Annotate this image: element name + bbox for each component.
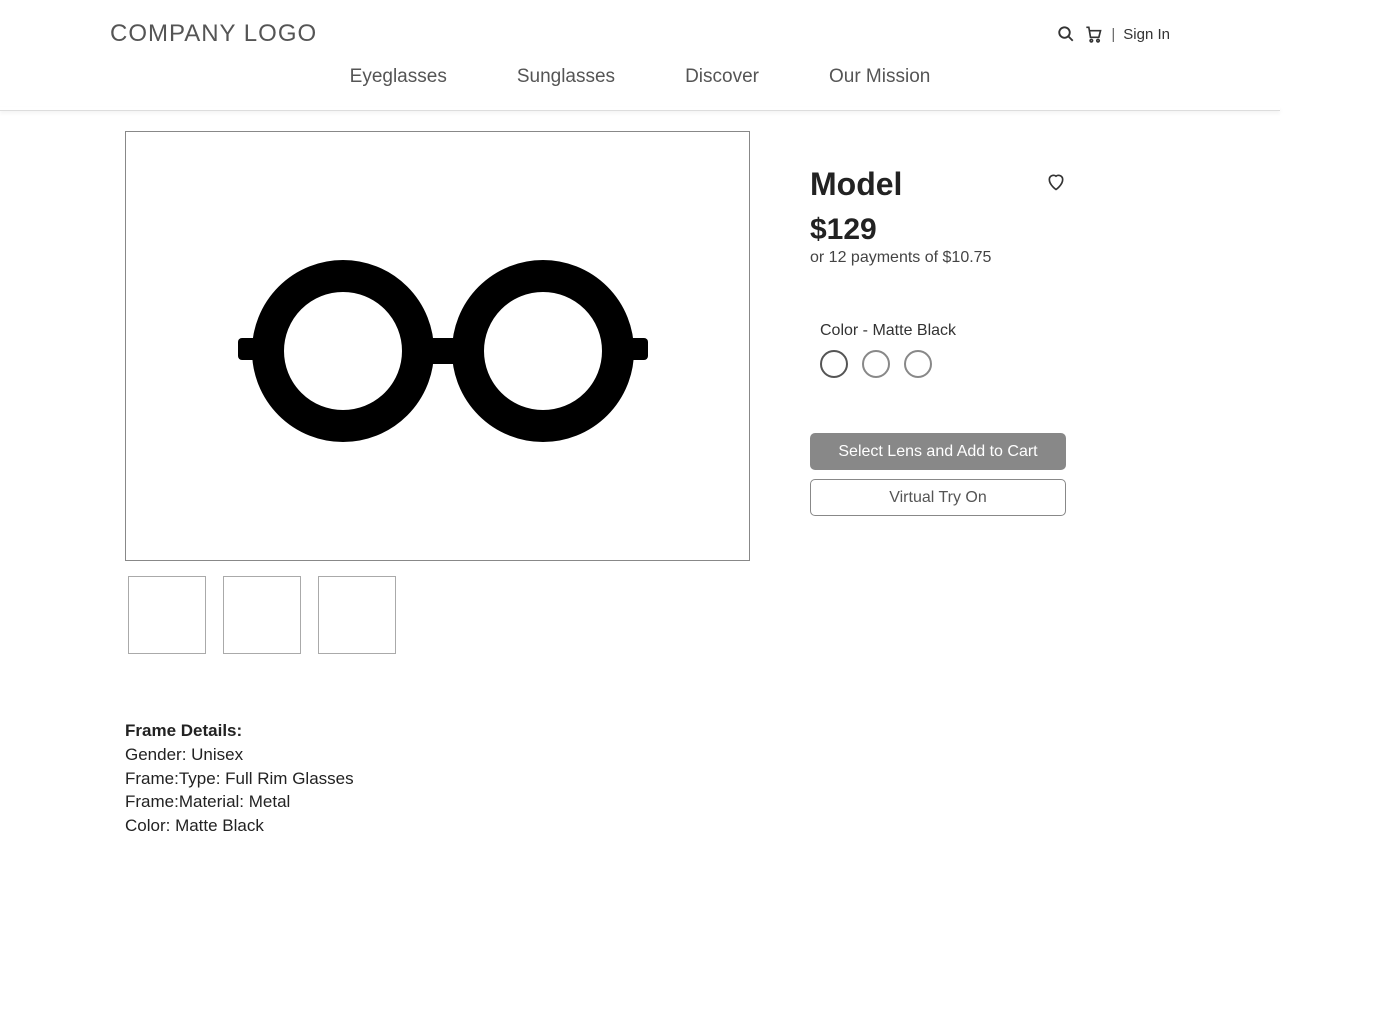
product-title: Model — [810, 166, 902, 203]
detail-frame-type: Frame:Type: Full Rim Glasses — [125, 767, 750, 791]
detail-color: Color: Matte Black — [125, 814, 750, 838]
color-swatch-1[interactable] — [820, 350, 848, 378]
thumbnail-3[interactable] — [318, 576, 396, 654]
color-swatch-2[interactable] — [862, 350, 890, 378]
color-label: Color - Matte Black — [820, 322, 1066, 340]
thumbnail-2[interactable] — [223, 576, 301, 654]
company-logo[interactable]: COMPANY LOGO — [110, 20, 317, 48]
header-top: COMPANY LOGO | Sign In — [0, 0, 1280, 48]
product-thumbnails — [128, 576, 750, 654]
header-actions: | Sign In — [1057, 24, 1170, 44]
cart-icon[interactable] — [1083, 24, 1103, 44]
nav-sunglasses[interactable]: Sunglasses — [517, 66, 615, 88]
product-main-image[interactable] — [125, 131, 750, 561]
product-price: $129 — [810, 213, 1066, 247]
main-content: Frame Details: Gender: Unisex Frame:Type… — [0, 111, 1280, 838]
nav-discover[interactable]: Discover — [685, 66, 759, 88]
color-section: Color - Matte Black — [820, 322, 1066, 378]
glasses-icon — [213, 246, 663, 446]
product-media-column: Frame Details: Gender: Unisex Frame:Type… — [125, 131, 750, 838]
color-swatches — [820, 350, 1066, 378]
detail-gender: Gender: Unisex — [125, 743, 750, 767]
detail-frame-material: Frame:Material: Metal — [125, 790, 750, 814]
thumbnail-1[interactable] — [128, 576, 206, 654]
sign-in-link[interactable]: Sign In — [1123, 26, 1170, 43]
main-nav: Eyeglasses Sunglasses Discover Our Missi… — [0, 48, 1280, 111]
divider: | — [1111, 26, 1115, 43]
installment-text: or 12 payments of $10.75 — [810, 249, 1066, 267]
title-row: Model — [810, 166, 1066, 203]
details-heading: Frame Details: — [125, 719, 750, 743]
favorite-icon[interactable] — [1046, 172, 1066, 197]
nav-eyeglasses[interactable]: Eyeglasses — [350, 66, 447, 88]
action-buttons: Select Lens and Add to Cart Virtual Try … — [810, 433, 1066, 516]
product-info-column: Model $129 or 12 payments of $10.75 Colo… — [810, 131, 1066, 838]
virtual-try-on-button[interactable]: Virtual Try On — [810, 479, 1066, 516]
search-icon[interactable] — [1057, 25, 1075, 43]
color-swatch-3[interactable] — [904, 350, 932, 378]
add-to-cart-button[interactable]: Select Lens and Add to Cart — [810, 433, 1066, 470]
nav-our-mission[interactable]: Our Mission — [829, 66, 930, 88]
frame-details: Frame Details: Gender: Unisex Frame:Type… — [125, 719, 750, 838]
